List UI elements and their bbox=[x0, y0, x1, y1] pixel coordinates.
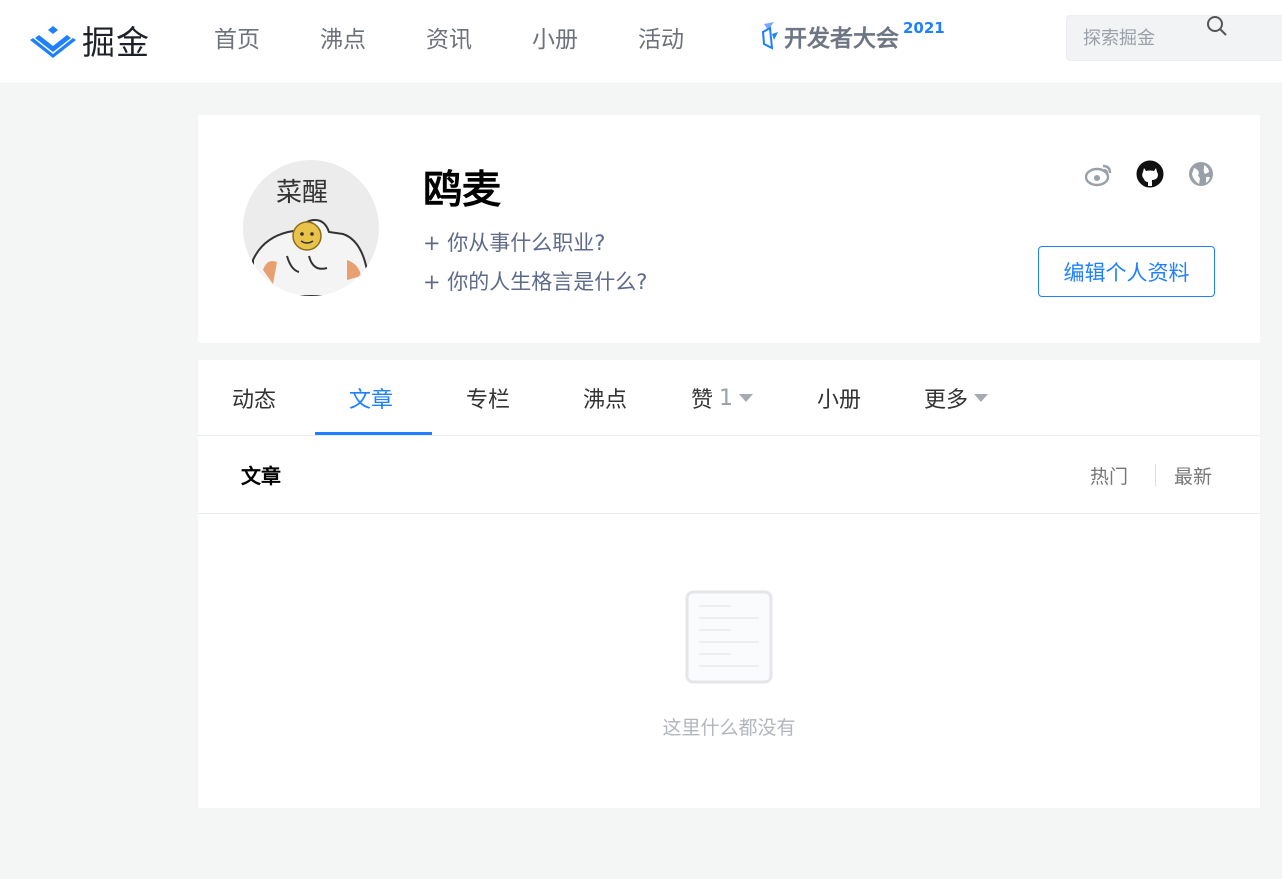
conference-title: 开发者大会 bbox=[784, 26, 899, 52]
tab-label: 更多 bbox=[924, 388, 969, 413]
developer-conference-link[interactable]: 开发者大会 2021 bbox=[760, 18, 945, 58]
tab-more[interactable]: 更多 bbox=[924, 360, 989, 436]
search-icon[interactable] bbox=[1206, 13, 1228, 39]
tab-activity[interactable]: 动态 bbox=[232, 360, 276, 436]
active-tab-indicator bbox=[315, 432, 432, 435]
nav-item-events[interactable]: 活动 bbox=[638, 22, 684, 58]
chevron-down-icon bbox=[974, 394, 989, 402]
github-icon[interactable] bbox=[1136, 160, 1164, 188]
content-card: 动态 文章 专栏 沸点 赞 1 小册 更多 文章 热门 最新 这里什么都没有 bbox=[198, 360, 1260, 808]
profile-tabs: 动态 文章 专栏 沸点 赞 1 小册 更多 bbox=[198, 360, 1260, 436]
tab-label: 沸点 bbox=[583, 388, 628, 413]
juejin-logo-icon bbox=[30, 26, 76, 58]
nav-item-news[interactable]: 资讯 bbox=[426, 22, 472, 58]
search-box[interactable] bbox=[1066, 15, 1282, 61]
conference-logo-icon bbox=[761, 22, 778, 50]
user-name: 鸥麦 bbox=[423, 168, 502, 213]
add-job-link[interactable]: + 你从事什么职业? bbox=[423, 227, 605, 257]
like-count: 1 bbox=[719, 385, 734, 411]
tab-label: 动态 bbox=[232, 388, 277, 413]
avatar-cartoon-icon bbox=[252, 218, 368, 296]
top-header: 掘金 首页 沸点 资讯 小册 活动 开发者大会 2021 bbox=[0, 0, 1282, 84]
nav-item-home[interactable]: 首页 bbox=[214, 22, 260, 58]
empty-document-icon bbox=[685, 590, 773, 684]
article-subbar: 文章 热门 最新 bbox=[198, 436, 1260, 514]
tab-label: 赞 bbox=[691, 388, 714, 413]
logo-text: 掘金 bbox=[82, 23, 150, 62]
profile-card: 菜醒 鸥麦 + 你从事什么职业? + 你的人生格言是什么? 编辑个人资料 bbox=[198, 115, 1260, 343]
nav-item-books[interactable]: 小册 bbox=[532, 22, 578, 58]
tab-label: 小册 bbox=[817, 388, 862, 413]
sort-divider bbox=[1155, 464, 1156, 486]
weibo-icon[interactable] bbox=[1085, 160, 1113, 188]
globe-icon[interactable] bbox=[1187, 160, 1215, 188]
tab-label: 专栏 bbox=[466, 388, 511, 413]
tab-label: 文章 bbox=[349, 388, 394, 413]
empty-state-text: 这里什么都没有 bbox=[662, 717, 796, 739]
tab-likes[interactable]: 赞 1 bbox=[691, 360, 754, 436]
avatar[interactable]: 菜醒 bbox=[243, 160, 379, 296]
search-input[interactable] bbox=[1083, 27, 1263, 49]
tab-columns[interactable]: 专栏 bbox=[466, 360, 510, 436]
juejin-logo[interactable]: 掘金 bbox=[30, 20, 150, 62]
tab-books[interactable]: 小册 bbox=[817, 360, 861, 436]
chevron-down-icon bbox=[739, 394, 754, 402]
add-motto-link[interactable]: + 你的人生格言是什么? bbox=[423, 266, 647, 296]
tab-articles[interactable]: 文章 bbox=[349, 360, 393, 436]
sort-new-link[interactable]: 最新 bbox=[1174, 462, 1212, 489]
nav-item-pins[interactable]: 沸点 bbox=[320, 22, 366, 58]
section-title: 文章 bbox=[241, 464, 281, 488]
edit-profile-button[interactable]: 编辑个人资料 bbox=[1038, 246, 1215, 297]
tab-pins[interactable]: 沸点 bbox=[583, 360, 627, 436]
conference-year: 2021 bbox=[903, 19, 945, 37]
main-nav: 首页 沸点 资讯 小册 活动 bbox=[214, 22, 744, 58]
sort-hot-link[interactable]: 热门 bbox=[1090, 462, 1128, 489]
